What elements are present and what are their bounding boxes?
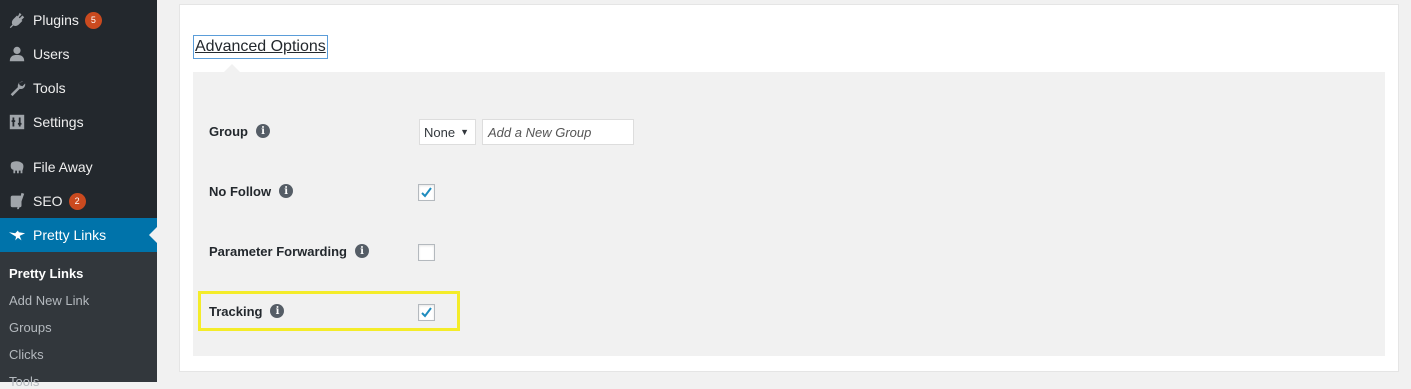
info-icon[interactable]: i: [256, 124, 270, 138]
parameter-forwarding-checkbox[interactable]: [418, 244, 435, 261]
sidebar-item-users[interactable]: Users: [0, 37, 157, 71]
group-label: Group i: [209, 121, 270, 141]
elephant-icon: [0, 158, 33, 176]
seo-notification-badge: 2: [68, 192, 86, 210]
sidebar-item-pretty-links[interactable]: Pretty Links: [0, 218, 157, 252]
advanced-options-toggle[interactable]: Advanced Options: [193, 35, 328, 59]
parameter-forwarding-label: Parameter Forwarding i: [209, 241, 369, 261]
plugin-icon: [0, 11, 33, 29]
pretty-links-submenu: Pretty Links Add New Link Groups Clicks …: [0, 252, 157, 389]
sidebar-item-settings[interactable]: Settings: [0, 105, 157, 139]
submenu-groups[interactable]: Groups: [9, 320, 52, 335]
info-icon[interactable]: i: [355, 244, 369, 258]
admin-sidebar: Plugins 5 Users Tools Settings File Away…: [0, 0, 157, 389]
yoast-icon: [0, 192, 33, 210]
update-count-badge: 5: [84, 11, 102, 29]
group-select[interactable]: None ▼: [419, 119, 476, 145]
no-follow-label: No Follow i: [209, 181, 294, 201]
checkmark-icon: [421, 187, 432, 198]
wrench-icon: [0, 79, 33, 97]
sidebar-item-file-away[interactable]: File Away: [0, 150, 157, 184]
sidebar-item-plugins[interactable]: Plugins 5: [0, 3, 157, 37]
sidebar-item-seo[interactable]: SEO 2: [0, 184, 157, 218]
settings-sliders-icon: [0, 113, 33, 131]
sidebar-item-tools[interactable]: Tools: [0, 71, 157, 105]
tracking-highlight-box: [198, 291, 460, 331]
submenu-pretty-links[interactable]: Pretty Links: [9, 266, 83, 281]
caret-down-icon: ▼: [460, 127, 469, 137]
star-link-icon: [0, 226, 33, 244]
submenu-clicks[interactable]: Clicks: [9, 347, 44, 362]
new-group-input[interactable]: Add a New Group: [482, 119, 634, 145]
info-icon[interactable]: i: [279, 184, 294, 198]
no-follow-checkbox[interactable]: [418, 184, 435, 201]
user-icon: [0, 45, 33, 63]
submenu-add-new-link[interactable]: Add New Link: [9, 293, 89, 308]
advanced-options-pointer: [224, 64, 240, 72]
